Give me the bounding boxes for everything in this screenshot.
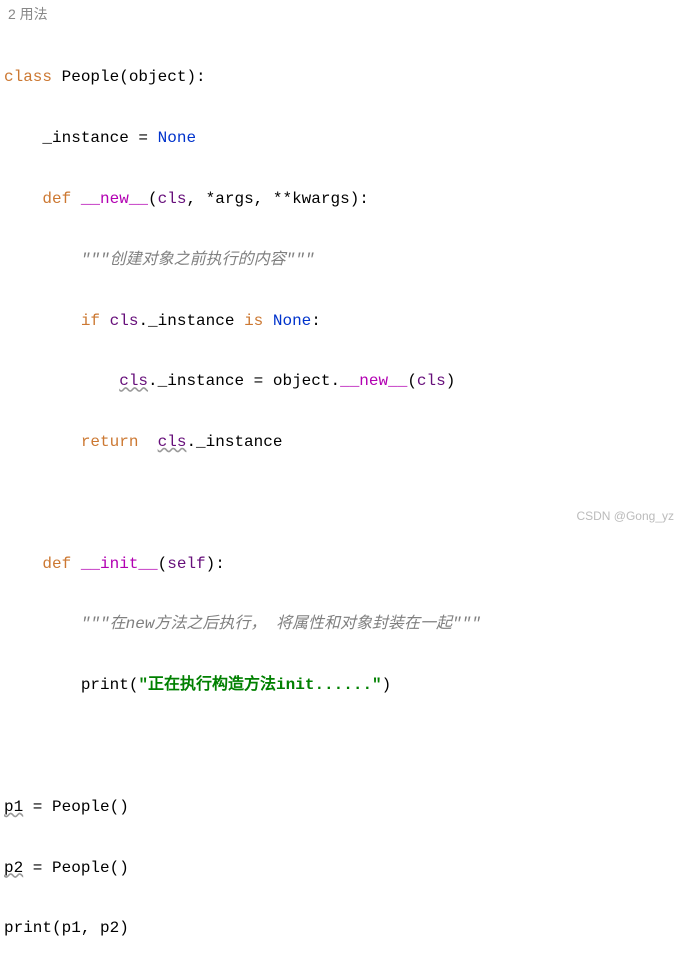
attr: _instance (158, 372, 244, 390)
var-cls: cls (110, 312, 139, 330)
indent (4, 251, 81, 269)
indent (4, 676, 81, 694)
paren: ): (186, 68, 205, 86)
variable: p2 (4, 859, 23, 877)
indent (4, 372, 119, 390)
code-line: print("正在执行构造方法init......") (4, 670, 682, 700)
builtin: object (273, 372, 331, 390)
builtin-print: print (81, 676, 129, 694)
code-block: class People(object): _instance = None d… (0, 28, 686, 978)
dot: . (148, 372, 158, 390)
code-line: def __init__(self): (4, 549, 682, 579)
code-line: """创建对象之前执行的内容""" (4, 245, 682, 275)
indent (4, 615, 81, 633)
attr: _instance (148, 312, 234, 330)
var-cls: cls (119, 372, 148, 390)
code-line: def __new__(cls, *args, **kwargs): (4, 184, 682, 214)
indent (4, 312, 81, 330)
indent (4, 190, 42, 208)
keyword-is: is (234, 312, 272, 330)
paren: ) (382, 676, 392, 694)
keyword-if: if (81, 312, 110, 330)
operator: = (129, 129, 158, 147)
paren: ( (129, 676, 139, 694)
space (138, 433, 157, 451)
keyword-return: return (81, 433, 139, 451)
string: "正在执行构造方法init......" (138, 676, 381, 694)
paren: ): (206, 555, 225, 573)
paren: ( (52, 919, 62, 937)
function-name: __init__ (81, 555, 158, 573)
paren: ( (148, 190, 158, 208)
var-cls: cls (158, 433, 187, 451)
code-line: p2 = People() (4, 853, 682, 883)
operator: = (244, 372, 273, 390)
keyword-def: def (42, 555, 80, 573)
method: __new__ (340, 372, 407, 390)
paren: ) (446, 372, 456, 390)
paren: ) (119, 919, 129, 937)
docstring: """在new方法之后执行， 将属性和对象封装在一起""" (81, 615, 481, 633)
dot: . (138, 312, 148, 330)
keyword-def: def (42, 190, 80, 208)
paren: ( (158, 555, 168, 573)
paren: ( (119, 68, 129, 86)
comma: , * (186, 190, 215, 208)
param: kwargs (292, 190, 350, 208)
indent (4, 555, 42, 573)
attr: _instance (196, 433, 282, 451)
builtin: object (129, 68, 187, 86)
assignment: = People() (23, 859, 129, 877)
code-line: _instance = None (4, 123, 682, 153)
param: args (215, 190, 253, 208)
function-name: __new__ (81, 190, 148, 208)
code-line: if cls._instance is None: (4, 306, 682, 336)
code-line: p1 = People() (4, 792, 682, 822)
dot: . (186, 433, 196, 451)
variable: p1 (4, 798, 23, 816)
paren: ( (407, 372, 417, 390)
dot: . (330, 372, 340, 390)
param-self: self (167, 555, 205, 573)
comma: , ** (254, 190, 292, 208)
var-cls: cls (417, 372, 446, 390)
class-name: People (62, 68, 120, 86)
indent (4, 433, 81, 451)
code-line: return cls._instance (4, 427, 682, 457)
docstring: """创建对象之前执行的内容""" (81, 251, 315, 269)
code-line: """在new方法之后执行， 将属性和对象封装在一起""" (4, 609, 682, 639)
colon: : (311, 312, 321, 330)
builtin-print: print (4, 919, 52, 937)
variable: p2 (100, 919, 119, 937)
code-line (4, 731, 682, 761)
keyword-class: class (4, 68, 62, 86)
section-header: 2 用法 (0, 0, 686, 28)
code-line: print(p1, p2) (4, 913, 682, 943)
assignment: = People() (23, 798, 129, 816)
variable: _instance (42, 129, 128, 147)
variable: p1 (62, 919, 81, 937)
paren: ): (350, 190, 369, 208)
keyword-none: None (158, 129, 196, 147)
indent (4, 129, 42, 147)
code-line: cls._instance = object.__new__(cls) (4, 366, 682, 396)
code-line: class People(object): (4, 62, 682, 92)
comma: , (81, 919, 100, 937)
param: cls (158, 190, 187, 208)
keyword-none: None (273, 312, 311, 330)
watermark: CSDN @Gong_yz (576, 509, 674, 523)
